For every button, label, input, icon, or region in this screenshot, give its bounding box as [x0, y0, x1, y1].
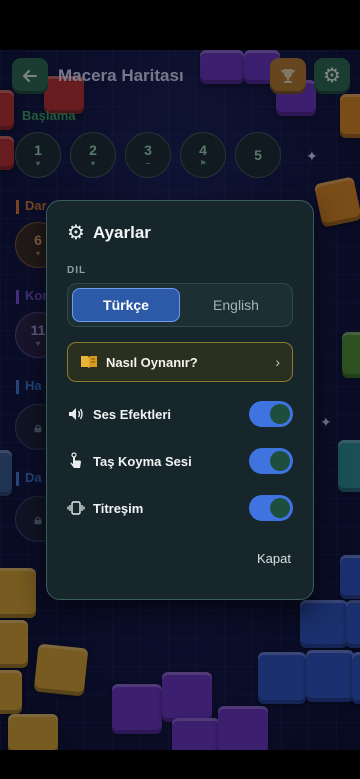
toggle-knob	[270, 451, 290, 471]
how-to-play-button[interactable]: Nasıl Oynanır? ›	[67, 342, 293, 382]
language-option-english[interactable]: English	[182, 288, 290, 322]
chevron-right-icon: ›	[275, 354, 280, 370]
piece-place-sound-toggle[interactable]	[249, 448, 293, 474]
settings-dialog: ⚙ Ayarlar DIL Türkçe English Nasıl Oynan…	[46, 200, 314, 600]
language-label: DIL	[67, 265, 87, 276]
dialog-title: Ayarlar	[92, 223, 151, 242]
vibration-toggle[interactable]	[249, 495, 293, 521]
game-screen: ✦ ✦ ✦ Macera Haritası ⚙ Başlama 1 ♥ 2 ♥ …	[0, 50, 360, 750]
gear-icon: ⚙	[67, 222, 85, 244]
tap-hand-icon	[67, 452, 85, 470]
vibration-icon	[67, 501, 85, 515]
dialog-header: ⚙ Ayarlar	[67, 223, 151, 243]
language-selector: Türkçe English	[67, 283, 293, 327]
toggle-knob	[270, 498, 290, 518]
piece-place-sound-row: Taş Koyma Sesi	[67, 446, 293, 476]
sound-effects-label: Ses Efektleri	[93, 406, 172, 422]
how-to-play-label: Nasıl Oynanır?	[106, 354, 198, 370]
book-icon	[81, 356, 97, 369]
vibration-row: Titreşim	[67, 493, 293, 523]
language-option-turkish[interactable]: Türkçe	[72, 288, 180, 322]
piece-place-sound-label: Taş Koyma Sesi	[93, 453, 192, 469]
vibration-label: Titreşim	[93, 500, 144, 516]
sound-effects-row: Ses Efektleri	[67, 399, 293, 429]
speaker-icon	[67, 407, 85, 421]
close-button[interactable]: Kapat	[257, 551, 291, 566]
toggle-knob	[270, 404, 290, 424]
sound-effects-toggle[interactable]	[249, 401, 293, 427]
